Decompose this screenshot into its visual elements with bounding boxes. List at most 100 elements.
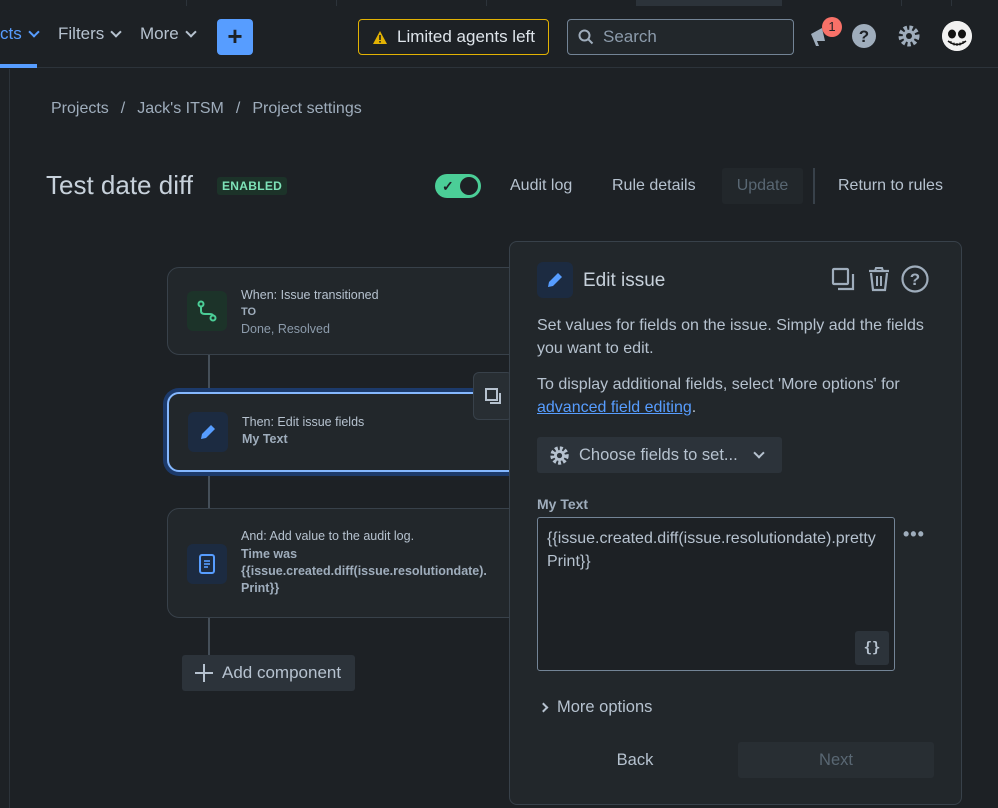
advanced-description-text: To display additional fields, select 'Mo… (537, 376, 900, 393)
smart-values-button[interactable]: {} (855, 631, 889, 665)
action-text: Then: Edit issue fields My Text (242, 414, 364, 448)
audit-text: And: Add value to the audit log. Time wa… (241, 528, 509, 597)
action-line2: My Text (242, 432, 288, 446)
more-options-toggle[interactable]: More options (538, 698, 653, 717)
top-navigation: cts Filters More + Limited agents left 1… (0, 0, 998, 68)
gear-icon (898, 25, 920, 47)
rule-enabled-toggle[interactable]: ✓ (435, 174, 481, 198)
chevron-right-icon (538, 702, 549, 713)
trigger-line3: Done, Resolved (241, 322, 330, 336)
document-icon (199, 554, 215, 574)
audit-log-button[interactable]: Audit log (500, 168, 582, 204)
flow-connector (208, 618, 210, 658)
delete-button[interactable] (864, 264, 894, 294)
limited-agents-label: Limited agents left (397, 27, 535, 46)
status-badge: ENABLED (217, 177, 288, 195)
skull-avatar-icon (942, 21, 972, 51)
breadcrumb-projects[interactable]: Projects (51, 100, 109, 118)
chevron-down-icon (753, 447, 765, 459)
branch-icon-box (187, 291, 227, 331)
return-to-rules-button[interactable]: Return to rules (828, 168, 953, 204)
audit-line3: {{issue.created.diff(issue.resolutiondat… (241, 564, 487, 578)
chevron-down-icon (110, 26, 122, 38)
plus-icon (195, 664, 213, 682)
help-button[interactable]: ? (900, 264, 930, 294)
branch-icon (197, 300, 217, 322)
search-input[interactable] (603, 27, 773, 47)
my-text-label: My Text (537, 496, 589, 512)
breadcrumb-project[interactable]: Jack's ITSM (137, 100, 224, 118)
flow-connector (208, 355, 210, 393)
trigger-line1: When: Issue transitioned (241, 288, 379, 302)
breadcrumb-project-settings[interactable]: Project settings (252, 100, 361, 118)
audit-card[interactable]: And: Add value to the audit log. Time wa… (167, 508, 527, 618)
left-rail-divider (9, 69, 10, 808)
page-title: Test date diff (46, 170, 193, 200)
header-divider (813, 168, 815, 204)
nav-projects-label: cts (0, 24, 22, 43)
breadcrumb-separator: / (120, 100, 126, 117)
chevron-down-icon (185, 26, 197, 38)
toggle-knob (460, 177, 478, 195)
my-text-field[interactable]: {{issue.created.diff(issue.resolutiondat… (537, 517, 895, 671)
help-button[interactable]: ? (850, 22, 878, 50)
avatar[interactable] (942, 21, 972, 51)
more-actions-icon[interactable]: ••• (903, 524, 925, 545)
audit-line1: And: Add value to the audit log. (241, 529, 415, 543)
nav-filters[interactable]: Filters (58, 24, 122, 44)
settings-button[interactable] (895, 22, 923, 50)
copy-icon (831, 267, 855, 291)
create-button[interactable]: + (217, 19, 253, 55)
trash-icon (869, 267, 889, 292)
notification-count-badge: 1 (822, 17, 842, 37)
nav-filters-label: Filters (58, 24, 105, 43)
pencil-icon-box (188, 412, 228, 452)
search-icon (578, 29, 594, 45)
duplicate-component-button[interactable] (473, 372, 513, 420)
limited-agents-button[interactable]: Limited agents left (358, 19, 549, 55)
breadcrumb-separator: / (235, 100, 241, 117)
svg-text:?: ? (910, 270, 920, 289)
trigger-card[interactable]: When: Issue transitioned TO Done, Resolv… (167, 267, 527, 355)
document-icon-box (187, 544, 227, 584)
audit-line2: Time was (241, 547, 298, 561)
panel-description: Set values for fields on the issue. Simp… (537, 317, 924, 357)
trigger-text: When: Issue transitioned TO Done, Resolv… (241, 287, 379, 338)
gear-icon (550, 445, 569, 465)
nav-more-label: More (140, 24, 179, 43)
pencil-icon (201, 425, 215, 439)
nav-projects[interactable]: cts (0, 24, 40, 44)
active-nav-indicator (0, 64, 37, 68)
panel-title: Edit issue (583, 270, 666, 291)
check-icon: ✓ (442, 178, 454, 194)
help-icon: ? (852, 24, 876, 48)
back-button[interactable]: Back (595, 742, 675, 778)
chevron-down-icon (28, 26, 40, 38)
add-component-label: Add component (222, 663, 342, 682)
warning-icon (373, 30, 388, 44)
advanced-field-editing-link[interactable]: advanced field editing (537, 399, 692, 416)
rule-details-button[interactable]: Rule details (602, 168, 706, 204)
action-line1: Then: Edit issue fields (242, 415, 365, 429)
help-icon: ? (901, 265, 929, 293)
add-component-button[interactable]: Add component (182, 655, 355, 691)
tab-strip (0, 0, 998, 6)
pencil-icon-box (537, 262, 573, 298)
svg-text:?: ? (859, 27, 869, 46)
more-options-label: More options (557, 698, 653, 716)
search-field[interactable] (567, 19, 794, 55)
pencil-icon (548, 273, 562, 287)
choose-fields-dropdown[interactable]: Choose fields to set... (537, 437, 782, 473)
next-button[interactable]: Next (738, 742, 934, 778)
copy-icon (485, 388, 501, 404)
edit-issue-panel: Edit issue ? Set values for fields on th… (509, 241, 962, 805)
flow-connector (208, 472, 210, 509)
update-button[interactable]: Update (722, 168, 803, 204)
audit-line4: Print}} (241, 581, 280, 595)
panel-description-advanced: To display additional fields, select 'Mo… (537, 373, 937, 419)
duplicate-button[interactable] (828, 264, 858, 294)
advanced-description-period: . (691, 399, 697, 416)
nav-more[interactable]: More (140, 24, 197, 44)
breadcrumb: Projects / Jack's ITSM / Project setting… (51, 100, 362, 118)
choose-fields-label: Choose fields to set... (579, 445, 738, 464)
